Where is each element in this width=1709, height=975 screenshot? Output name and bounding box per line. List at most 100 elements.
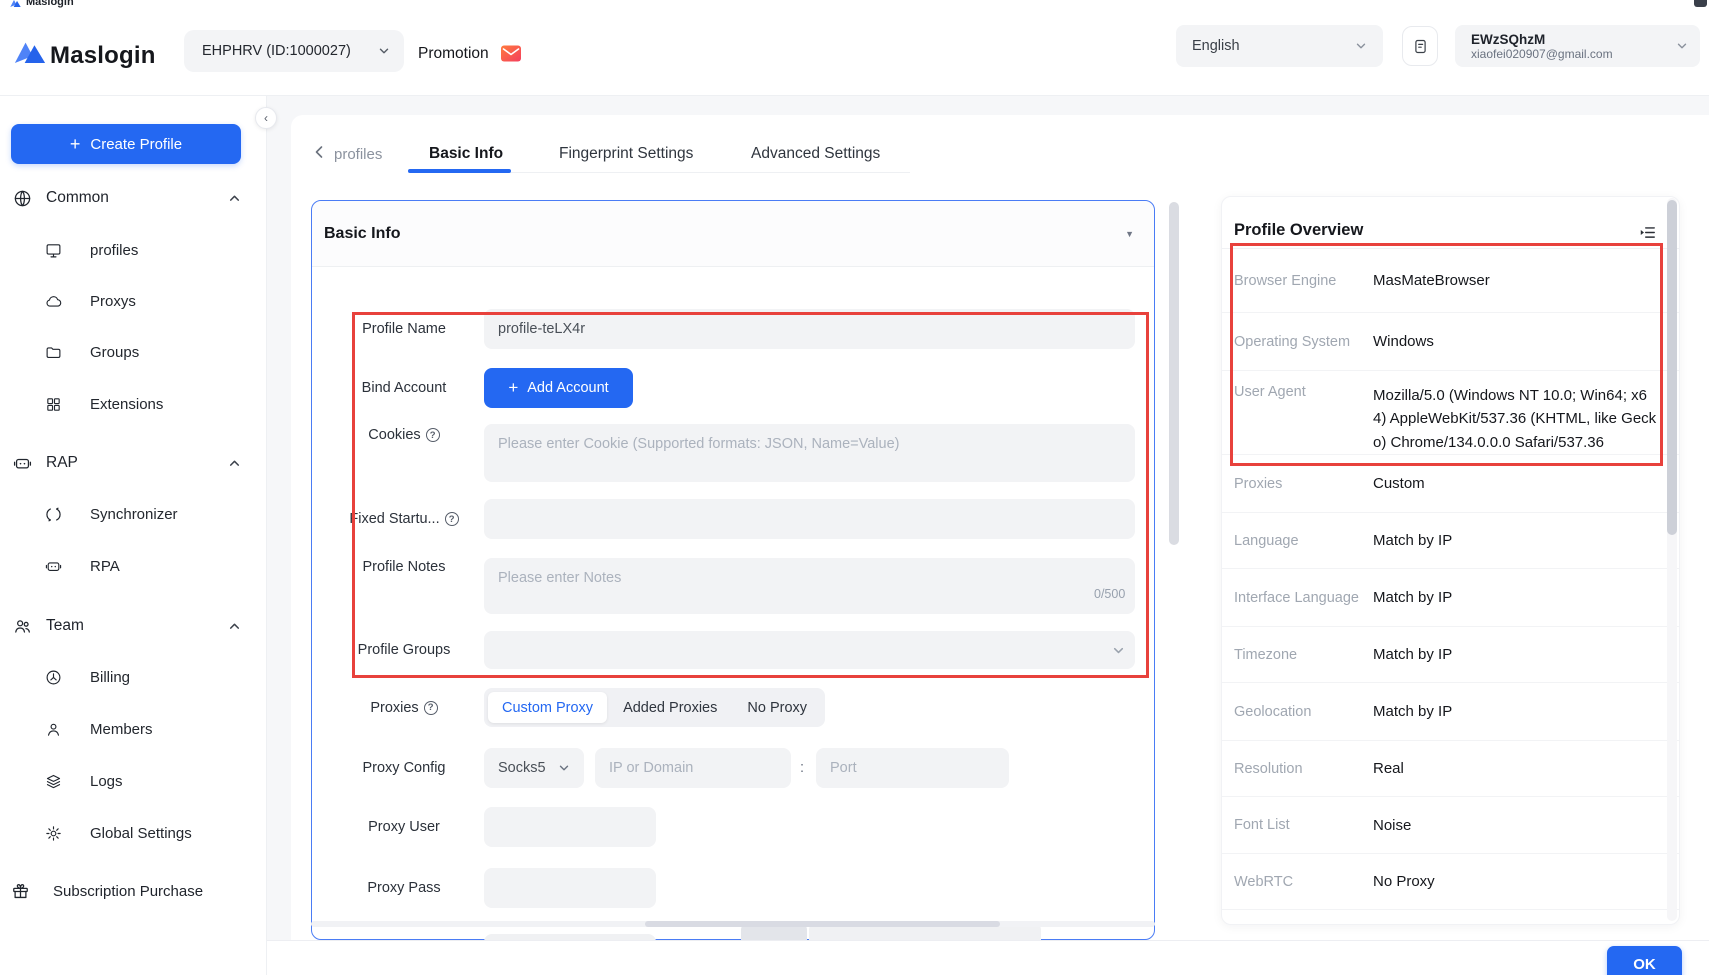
proxy-protocol-value: Socks5 [498,760,546,776]
window-corner-control [1694,0,1707,7]
workspace-label: EHPHRV (ID:1000027) [202,43,351,59]
overview-value: Match by IP [1373,532,1452,549]
overview-value: Real [1373,760,1404,777]
sidebar-section-team[interactable]: Team [0,611,267,641]
fixed-startup-input[interactable] [484,499,1135,539]
promotion-link[interactable]: Promotion [418,44,522,63]
profile-groups-select[interactable] [484,631,1135,669]
workspace-selector[interactable]: EHPHRV (ID:1000027) [184,30,404,72]
tab-fingerprint-settings[interactable]: Fingerprint Settings [559,145,693,163]
basic-info-title: Basic Info [324,225,400,243]
label-text: Bind Account [362,380,447,396]
overview-scrollbar-thumb[interactable] [1667,200,1677,535]
ok-button[interactable]: OK [1607,946,1682,975]
overview-value: Windows [1373,333,1434,350]
footer-bar [267,940,1709,975]
chevron-up-icon[interactable] [228,620,241,633]
sidebar-item-label: Extensions [90,396,163,413]
overview-row-resolution: Resolution Real [1222,741,1679,797]
proxy-option-none[interactable]: No Proxy [733,692,821,723]
proxy-config-label: Proxy Config [339,748,469,788]
sidebar-item-rpa[interactable]: RPA [0,551,267,581]
sidebar-section-common[interactable]: Common [0,183,267,213]
proxy-option-added[interactable]: Added Proxies [609,692,731,723]
overview-label: Resolution [1234,761,1373,777]
sidebar-item-label: Logs [90,773,123,790]
sidebar-item-profiles[interactable]: profiles [0,235,267,265]
main-scrollbar-thumb[interactable] [1169,202,1179,545]
overview-label: WebRTC [1234,874,1373,890]
proxy-protocol-select[interactable]: Socks5 [484,748,584,788]
account-menu[interactable]: EWzSQhzM xiaofei020907@gmail.com [1455,25,1700,67]
sidebar-item-members[interactable]: Members [0,714,267,744]
sidebar-item-label: Groups [90,344,139,361]
chevron-up-icon[interactable] [228,457,241,470]
sidebar-section-rap[interactable]: RAP [0,448,267,478]
basic-info-panel-header[interactable]: Basic Info ▼ [312,201,1154,267]
cookies-label: Cookies ? [339,420,469,450]
profile-name-input[interactable] [484,309,1135,349]
team-icon [13,617,32,636]
label-text: Proxy User [368,819,440,835]
folder-icon [45,344,62,361]
sidebar-item-groups[interactable]: Groups [0,337,267,367]
proxy-user-input[interactable] [484,807,656,847]
profile-groups-label: Profile Groups [339,631,469,669]
collapse-panel-icon[interactable]: ▼ [1125,229,1134,239]
sidebar-collapse-button[interactable]: ‹ [255,107,277,129]
overview-label: Timezone [1234,647,1373,663]
proxy-pass-input[interactable] [484,868,656,908]
sidebar-item-proxys[interactable]: Proxys [0,286,267,316]
profile-notes-textarea[interactable] [484,558,1135,614]
sidebar-item-billing[interactable]: Billing [0,662,267,692]
proxy-ip-input[interactable] [595,748,791,788]
window-title: Maslogin [26,0,74,8]
create-profile-button[interactable]: + Create Profile [11,124,241,164]
overview-value: Match by IP [1373,646,1452,663]
help-icon[interactable]: ? [445,512,459,526]
fixed-startup-label: Fixed Startu... ? [339,499,469,539]
layers-icon [45,773,62,790]
overview-value: No Proxy [1373,873,1435,890]
cookies-textarea[interactable] [484,424,1135,482]
collapse-list-icon[interactable] [1639,225,1656,240]
language-selector[interactable]: English [1176,25,1383,67]
proxy-option-custom[interactable]: Custom Proxy [488,692,607,723]
docs-button[interactable] [1402,26,1438,66]
help-icon[interactable]: ? [426,428,440,442]
overview-value: MasMateBrowser [1373,272,1490,289]
back-button[interactable] [312,144,326,160]
sidebar-item-global-settings[interactable]: Global Settings [0,818,267,848]
tab-advanced-settings[interactable]: Advanced Settings [751,145,880,163]
add-account-button[interactable]: + Add Account [484,368,633,408]
sidebar-item-extensions[interactable]: Extensions [0,389,267,419]
label-text: Profile Groups [358,642,451,658]
sidebar-item-subscription-purchase[interactable]: Subscription Purchase [0,876,267,906]
globe-icon [13,189,32,208]
person-icon [45,721,62,738]
basic-info-panel: Basic Info ▼ Profile Name Bind Account +… [311,200,1155,940]
breadcrumb-profiles[interactable]: profiles [334,146,382,163]
overview-label: Font List [1234,817,1373,833]
proxies-label: Proxies ? [339,688,469,727]
document-icon [1412,38,1429,55]
monitor-icon [45,242,62,259]
sidebar-item-synchronizer[interactable]: Synchronizer [0,499,267,529]
sidebar-item-logs[interactable]: Logs [0,766,267,796]
horizontal-scrollbar-thumb[interactable] [645,921,1000,927]
help-icon[interactable]: ? [424,701,438,715]
sidebar-section-label: Team [46,617,84,635]
chevron-up-icon[interactable] [228,192,241,205]
overview-row-interface-language: Interface Language Match by IP [1222,569,1679,627]
overview-label: User Agent [1234,384,1373,400]
overview-row-user-agent: User Agent Mozilla/5.0 (Windows NT 10.0;… [1222,371,1679,455]
label-text: Profile Notes [362,559,445,575]
tab-basic-info[interactable]: Basic Info [429,145,503,163]
proxy-port-input[interactable] [816,748,1009,788]
add-account-label: Add Account [527,380,608,396]
account-name: EWzSQhzM [1471,32,1613,47]
promotion-label: Promotion [418,45,489,63]
account-email: xiaofei020907@gmail.com [1471,47,1613,61]
overview-value: Match by IP [1373,703,1452,720]
overview-row-geolocation: Geolocation Match by IP [1222,683,1679,741]
